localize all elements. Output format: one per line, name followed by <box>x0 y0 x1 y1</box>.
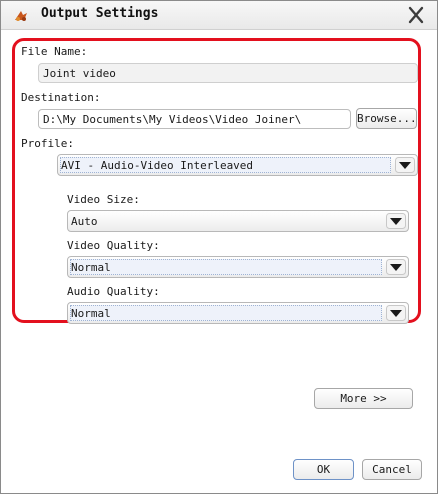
app-logo-icon <box>15 11 27 21</box>
video-size-label: Video Size: <box>67 193 140 206</box>
close-icon[interactable] <box>405 5 427 25</box>
video-size-select[interactable]: Auto <box>67 210 409 232</box>
profile-label: Profile: <box>21 137 74 150</box>
destination-input[interactable]: D:\My Documents\My Videos\Video Joiner\ <box>38 109 351 129</box>
chevron-down-icon[interactable] <box>395 157 415 173</box>
output-settings-dialog: Output Settings File Name: Joint video D… <box>0 0 438 494</box>
destination-label: Destination: <box>21 91 101 104</box>
file-name-label: File Name: <box>21 45 88 58</box>
video-quality-label: Video Quality: <box>67 239 160 252</box>
chevron-down-icon[interactable] <box>386 259 406 275</box>
video-quality-select-highlight <box>70 259 382 275</box>
audio-quality-label: Audio Quality: <box>67 285 160 298</box>
cancel-button[interactable]: Cancel <box>362 459 422 480</box>
more-button[interactable]: More >> <box>314 388 413 409</box>
video-quality-select-value: Normal <box>71 261 111 274</box>
audio-quality-select-highlight <box>70 305 382 321</box>
chevron-down-icon[interactable] <box>386 213 406 229</box>
browse-button[interactable]: Browse... <box>356 108 417 129</box>
window-title: Output Settings <box>41 6 159 21</box>
chevron-down-icon[interactable] <box>386 305 406 321</box>
ok-button[interactable]: OK <box>293 459 354 480</box>
video-quality-select[interactable]: Normal <box>67 256 409 278</box>
profile-select[interactable]: AVI - Audio-Video Interleaved <box>57 154 418 176</box>
profile-select-value: AVI - Audio-Video Interleaved <box>61 159 254 172</box>
video-size-select-value: Auto <box>71 215 98 228</box>
title-bar: Output Settings <box>1 1 437 30</box>
file-name-input[interactable]: Joint video <box>38 63 418 83</box>
audio-quality-select[interactable]: Normal <box>67 302 409 324</box>
audio-quality-select-value: Normal <box>71 307 111 320</box>
